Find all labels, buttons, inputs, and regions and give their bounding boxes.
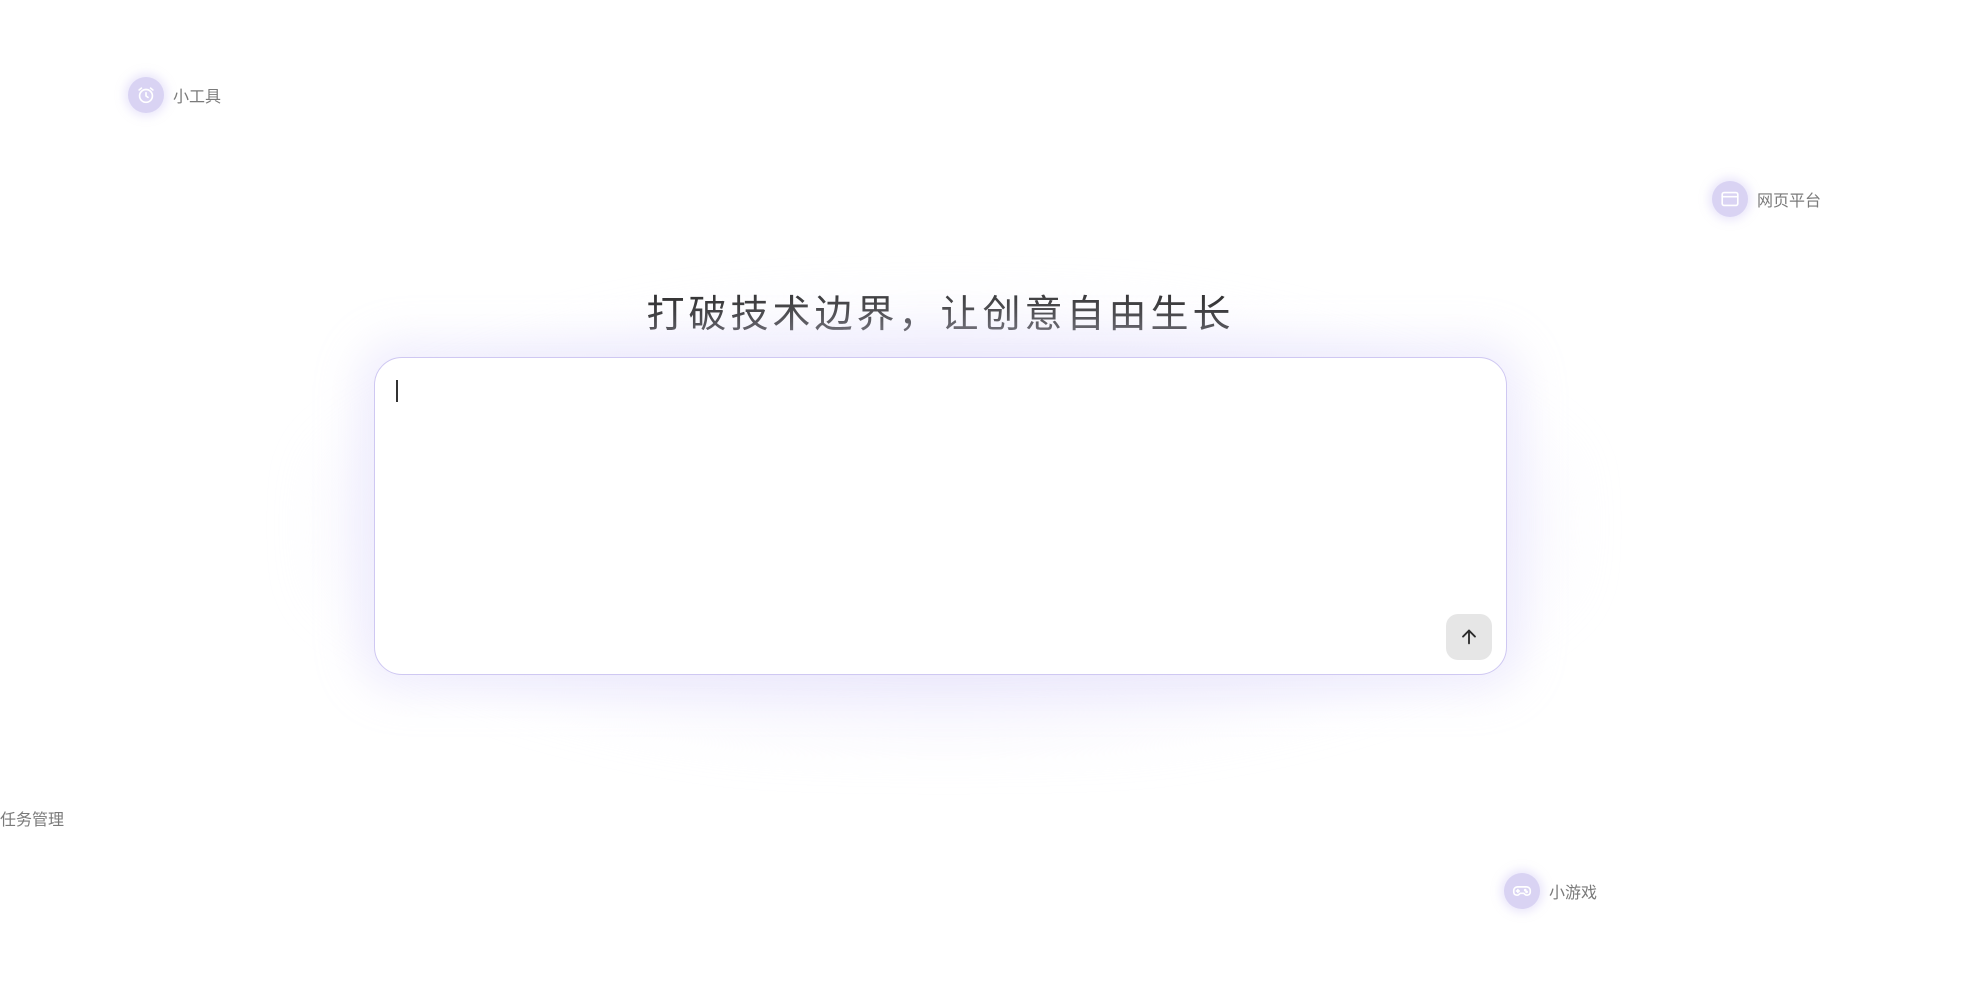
gamepad-icon bbox=[1504, 873, 1540, 909]
arrow-up-icon bbox=[1458, 626, 1480, 648]
category-chip-tasks[interactable]: 任务管理 bbox=[0, 806, 64, 830]
page-title: 打破技术边界，让创意自由生长 bbox=[646, 292, 1235, 336]
category-chip-tools[interactable]: 小工具 bbox=[128, 77, 221, 113]
send-button[interactable] bbox=[1446, 614, 1492, 660]
browser-window-icon bbox=[1712, 181, 1748, 217]
prompt-box bbox=[374, 357, 1507, 675]
chip-label: 小游戏 bbox=[1549, 883, 1598, 902]
prompt-input[interactable] bbox=[393, 376, 1477, 600]
chip-label: 网页平台 bbox=[1757, 191, 1822, 210]
landing-canvas: 小工具 网页平台 打破技术边界，让创意自由生长 任务管理 小游戏 bbox=[0, 0, 1975, 989]
text-caret bbox=[396, 380, 398, 402]
category-chip-web[interactable]: 网页平台 bbox=[1712, 181, 1821, 217]
category-chip-games[interactable]: 小游戏 bbox=[1504, 873, 1597, 909]
chip-label: 小工具 bbox=[173, 87, 222, 106]
chip-label: 任务管理 bbox=[0, 810, 65, 829]
alarm-clock-icon bbox=[128, 77, 164, 113]
